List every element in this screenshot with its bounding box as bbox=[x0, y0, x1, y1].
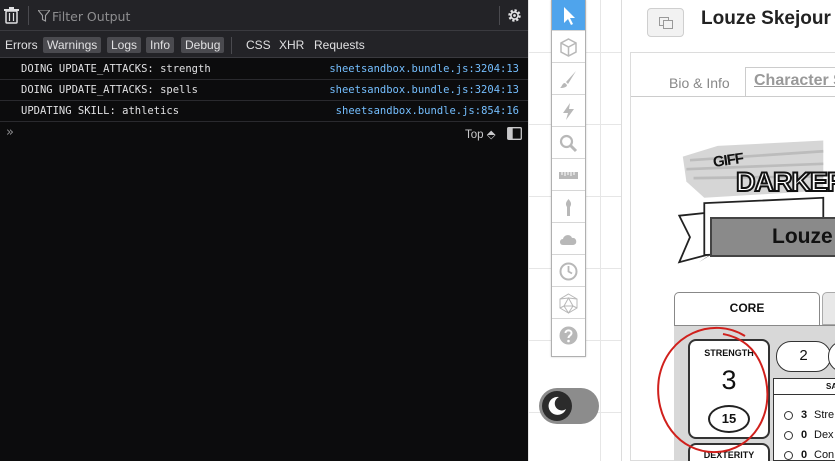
save-value: 0 bbox=[801, 429, 808, 441]
prompt-icon: » bbox=[6, 125, 14, 140]
moon-icon bbox=[548, 396, 566, 415]
lightning-icon bbox=[563, 103, 574, 120]
log-message: UPDATING SKILL: athletics bbox=[21, 105, 180, 117]
screenshot-root: Errors Warnings Logs Info Debug CSS XHR … bbox=[0, 0, 835, 461]
devtools-console: Errors Warnings Logs Info Debug CSS XHR … bbox=[0, 0, 528, 461]
save-row[interactable]: 0 Con bbox=[774, 446, 835, 461]
character-name-field[interactable]: Louze bbox=[710, 217, 835, 257]
saves-header: SA bbox=[774, 379, 835, 395]
tab-core[interactable]: CORE bbox=[674, 292, 820, 325]
save-value: 0 bbox=[801, 449, 808, 461]
fog-tool[interactable] bbox=[552, 192, 585, 223]
save-name: Con bbox=[814, 449, 835, 461]
help-icon bbox=[559, 326, 578, 345]
tab-character-sheet[interactable]: Character S bbox=[745, 67, 835, 97]
tab-next[interactable] bbox=[822, 292, 835, 325]
torch-icon bbox=[565, 199, 572, 216]
logo-main-text: DARKERS bbox=[735, 166, 835, 198]
log-entry: DOING UPDATE_ATTACKS: strength sheetsand… bbox=[0, 59, 528, 80]
stat-modifier[interactable]: 3 bbox=[690, 365, 768, 396]
select-tool[interactable] bbox=[552, 0, 585, 31]
console-category-bar: Errors Warnings Logs Info Debug CSS XHR … bbox=[0, 31, 528, 58]
tool-palette bbox=[551, 0, 586, 357]
stat-score[interactable]: 15 bbox=[708, 405, 750, 433]
proficiency-radio[interactable] bbox=[784, 411, 793, 420]
log-source-link[interactable]: sheetsandbox.bundle.js:3204:13 bbox=[329, 63, 519, 75]
tab-divider bbox=[631, 96, 835, 97]
separator bbox=[499, 6, 500, 25]
saves-header-text: SA bbox=[826, 382, 835, 391]
proficiency-pill[interactable]: 2 bbox=[776, 341, 831, 372]
console-filter-bar bbox=[0, 0, 528, 31]
dice-tool[interactable] bbox=[552, 288, 585, 319]
filter-css[interactable]: CSS bbox=[242, 37, 275, 53]
log-source-link[interactable]: sheetsandbox.bundle.js:854:16 bbox=[336, 105, 519, 117]
stat-label: STRENGTH bbox=[704, 348, 754, 358]
filter-xhr[interactable]: XHR bbox=[275, 37, 308, 53]
layer-tool[interactable] bbox=[552, 32, 585, 63]
clock-icon bbox=[559, 262, 578, 281]
zoom-icon bbox=[559, 134, 578, 153]
cloud-icon bbox=[560, 235, 577, 245]
proficiency-radio[interactable] bbox=[784, 431, 793, 440]
select-icon bbox=[564, 7, 575, 25]
weather-tool[interactable] bbox=[552, 224, 585, 255]
save-row[interactable]: 3 Stre bbox=[774, 406, 835, 426]
log-entry: DOING UPDATE_ATTACKS: spells sheetsandbo… bbox=[0, 80, 528, 101]
gear-icon[interactable] bbox=[506, 7, 523, 24]
dexterity-stat-card: DEXTERITY bbox=[688, 443, 770, 461]
console-input[interactable]: » Top ⬘ bbox=[0, 122, 528, 146]
filter-errors[interactable]: Errors bbox=[1, 37, 42, 53]
trash-icon[interactable] bbox=[4, 7, 19, 24]
context-selector[interactable]: Top ⬘ bbox=[465, 127, 496, 141]
sheet-logo-banner bbox=[677, 140, 825, 264]
log-entry: UPDATING SKILL: athletics sheetsandbox.b… bbox=[0, 101, 528, 122]
log-message: DOING UPDATE_ATTACKS: strength bbox=[21, 63, 211, 75]
roll20-canvas[interactable]: Louze Skejour Bio & Info Character S GIF… bbox=[528, 0, 835, 461]
popout-button[interactable] bbox=[647, 8, 684, 37]
saving-throws-box: SA 3 Stre 0 Dex 0 Con bbox=[773, 378, 835, 461]
fx-tool[interactable] bbox=[552, 96, 585, 127]
sheet-title: Louze Skejour bbox=[701, 8, 831, 29]
filter-info[interactable]: Info bbox=[146, 37, 175, 53]
d20-icon bbox=[559, 293, 578, 314]
cube-icon bbox=[560, 38, 577, 57]
filter-debug[interactable]: Debug bbox=[181, 37, 225, 53]
stat-label: DEXTERITY bbox=[703, 450, 755, 460]
zoom-tool[interactable] bbox=[552, 128, 585, 159]
toggle-knob bbox=[542, 391, 572, 421]
draw-tool[interactable] bbox=[552, 64, 585, 95]
tab-bio-info[interactable]: Bio & Info bbox=[669, 75, 730, 91]
proficiency-radio[interactable] bbox=[784, 451, 793, 460]
log-message: DOING UPDATE_ATTACKS: spells bbox=[21, 84, 199, 96]
filter-warnings[interactable]: Warnings bbox=[43, 37, 102, 53]
filter-requests[interactable]: Requests bbox=[310, 37, 369, 53]
save-name: Stre bbox=[814, 409, 835, 421]
save-row[interactable]: 0 Dex bbox=[774, 426, 835, 446]
measure-tool[interactable] bbox=[552, 160, 585, 191]
character-name-value: Louze bbox=[772, 225, 833, 248]
turn-tracker-tool[interactable] bbox=[552, 256, 585, 287]
filter-output-input[interactable] bbox=[52, 6, 492, 26]
log-source-link[interactable]: sheetsandbox.bundle.js:3204:13 bbox=[329, 84, 519, 96]
separator bbox=[28, 6, 29, 25]
save-name: Dex bbox=[814, 429, 834, 441]
sidebar-toggle-icon[interactable] bbox=[507, 127, 522, 140]
dark-mode-toggle[interactable] bbox=[539, 388, 599, 424]
separator bbox=[231, 37, 232, 54]
filter-logs[interactable]: Logs bbox=[107, 37, 142, 53]
strength-stat-card: STRENGTH 3 15 bbox=[688, 339, 770, 439]
help-tool[interactable] bbox=[552, 320, 585, 351]
save-value: 3 bbox=[801, 409, 808, 421]
popout-icon bbox=[659, 17, 673, 29]
filter-icon bbox=[38, 10, 50, 22]
ruler-icon bbox=[559, 172, 578, 179]
brush-icon bbox=[560, 71, 576, 88]
sheet-titlebar: Louze Skejour bbox=[622, 0, 835, 52]
